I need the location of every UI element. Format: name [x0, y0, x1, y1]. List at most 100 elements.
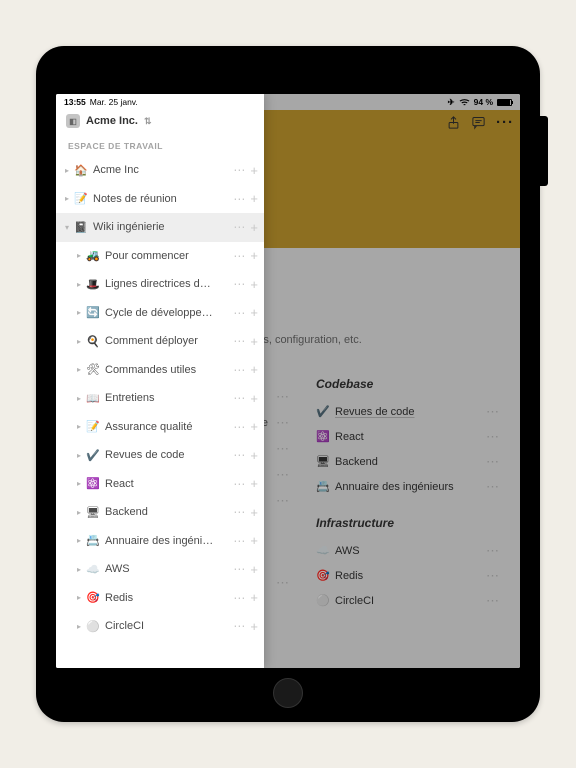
sidebar-item[interactable]: ▸☁️AWS⋯+ — [56, 555, 264, 584]
chevron-right-icon[interactable]: ▸ — [74, 593, 84, 602]
page-title: Pour commencer — [105, 250, 233, 262]
chevron-right-icon[interactable]: ▸ — [62, 166, 72, 175]
chevron-right-icon[interactable]: ▸ — [74, 394, 84, 403]
status-time: 13:55 — [64, 97, 86, 107]
add-page-icon[interactable]: + — [250, 619, 258, 634]
status-date: Mar. 25 janv. — [90, 97, 138, 107]
chevron-right-icon[interactable]: ▸ — [74, 622, 84, 631]
sidebar-item[interactable]: ▸🚜 Pour commencer⋯ + — [56, 242, 264, 271]
ellipsis-icon[interactable]: ⋯ — [233, 363, 245, 377]
ellipsis-icon[interactable]: ⋯ — [233, 505, 245, 519]
add-page-icon[interactable]: + — [250, 163, 258, 178]
sidebar-item[interactable]: ▸🎯 Redis⋯ + — [56, 584, 264, 613]
page-emoji-icon: 📓 — [73, 221, 89, 234]
workspace-name: Acme Inc. — [86, 115, 138, 127]
screen: ··· e : procédures, bonnes pratiques, co… — [56, 94, 520, 668]
chevron-right-icon[interactable]: ▸ — [62, 194, 72, 203]
chevron-right-icon[interactable]: ▸ — [74, 536, 84, 545]
chevron-right-icon[interactable]: ▸ — [74, 479, 84, 488]
home-button[interactable] — [273, 678, 303, 708]
tablet-frame: ··· e : procédures, bonnes pratiques, co… — [36, 46, 540, 722]
chevron-right-icon[interactable]: ▸ — [74, 251, 84, 260]
add-page-icon[interactable]: + — [250, 191, 258, 206]
sidebar-item[interactable]: ▸🖥 Backend⋯ + — [56, 498, 264, 527]
add-page-icon[interactable]: + — [250, 419, 258, 434]
page-emoji-icon: ⚛️ — [85, 477, 101, 490]
sidebar-item[interactable]: ▸✔️ Revues de code⋯ + — [56, 441, 264, 470]
page-tree: ▸🏠Acme Inc⋯+▸📝Notes de réunion⋯+▾📓Wiki i… — [56, 156, 264, 668]
sidebar-item[interactable]: ▸📝 Notes de réunion⋯ + — [56, 185, 264, 214]
ellipsis-icon[interactable]: ⋯ — [233, 619, 245, 633]
add-page-icon[interactable]: + — [250, 220, 258, 235]
page-emoji-icon: 📝 — [73, 192, 89, 205]
sidebar-item[interactable]: ▾📓Wiki ingénierie⋯+ — [56, 213, 264, 242]
chevron-right-icon[interactable]: ▸ — [74, 565, 84, 574]
ellipsis-icon[interactable]: ⋯ — [233, 562, 245, 576]
add-page-icon[interactable]: + — [250, 248, 258, 263]
add-page-icon[interactable]: + — [250, 448, 258, 463]
ellipsis-icon[interactable]: ⋯ — [233, 591, 245, 605]
ellipsis-icon[interactable]: ⋯ — [233, 334, 245, 348]
ellipsis-icon[interactable]: ⋯ — [233, 448, 245, 462]
chevron-right-icon[interactable]: ▸ — [74, 508, 84, 517]
add-page-icon[interactable]: + — [250, 533, 258, 548]
page-title: Assurance qualité — [105, 421, 233, 433]
add-page-icon[interactable]: + — [250, 334, 258, 349]
page-emoji-icon: 🎯 — [85, 591, 101, 604]
chevron-right-icon[interactable]: ▸ — [74, 337, 84, 346]
add-page-icon[interactable]: + — [250, 476, 258, 491]
chevron-updown-icon: ⇅ — [144, 116, 152, 127]
status-bar: 13:55 Mar. 25 janv. — [56, 94, 264, 110]
ellipsis-icon[interactable]: ⋯ — [233, 534, 245, 548]
status-bar-right: ✈ 94 % — [260, 94, 520, 110]
chevron-right-icon[interactable]: ▸ — [74, 451, 84, 460]
chevron-right-icon[interactable]: ▸ — [74, 280, 84, 289]
add-page-icon[interactable]: + — [250, 562, 258, 577]
add-page-icon[interactable]: + — [250, 305, 258, 320]
ellipsis-icon[interactable]: ⋯ — [233, 391, 245, 405]
page-emoji-icon: 📖 — [85, 392, 101, 405]
ellipsis-icon[interactable]: ⋯ — [233, 277, 245, 291]
page-emoji-icon: 🚜 — [85, 249, 101, 262]
sidebar-item[interactable]: ▸⚛️React⋯+ — [56, 470, 264, 499]
wifi-icon — [459, 98, 470, 106]
page-emoji-icon: 🎩 — [85, 278, 101, 291]
sidebar-item[interactable]: ▸📝 Assurance qualité⋯ + — [56, 413, 264, 442]
ellipsis-icon[interactable]: ⋯ — [233, 249, 245, 263]
chevron-right-icon[interactable]: ▸ — [74, 422, 84, 431]
page-title: CircleCI — [105, 620, 233, 632]
page-title: Notes de réunion — [93, 193, 233, 205]
page-emoji-icon: ☁️ — [85, 563, 101, 576]
page-emoji-icon: ✔️ — [85, 449, 101, 462]
page-title: Backend — [105, 506, 233, 518]
sidebar-item[interactable]: ▸🏠Acme Inc⋯+ — [56, 156, 264, 185]
chevron-right-icon[interactable]: ▸ — [74, 365, 84, 374]
page-title: Cycle de développe… — [105, 307, 233, 319]
airplane-icon: ✈ — [448, 97, 455, 108]
sidebar-item[interactable]: ▸📇Annuaire des ingéni…⋯+ — [56, 527, 264, 556]
page-title: Annuaire des ingéni… — [105, 535, 233, 547]
page-title: Redis — [105, 592, 233, 604]
add-page-icon[interactable]: + — [250, 277, 258, 292]
page-emoji-icon: 🖥 — [85, 506, 101, 519]
sidebar-item[interactable]: ▸🍳Comment déployer⋯+ — [56, 327, 264, 356]
ellipsis-icon[interactable]: ⋯ — [233, 420, 245, 434]
chevron-right-icon[interactable]: ▸ — [74, 308, 84, 317]
add-page-icon[interactable]: + — [250, 391, 258, 406]
sidebar-item[interactable]: ▸🎩Lignes directrices d…⋯+ — [56, 270, 264, 299]
ellipsis-icon[interactable]: ⋯ — [233, 163, 245, 177]
ellipsis-icon[interactable]: ⋯ — [233, 192, 245, 206]
sidebar-item[interactable]: ▸🔄Cycle de développe…⋯+ — [56, 299, 264, 328]
sidebar-item[interactable]: ▸📖Entretiens⋯+ — [56, 384, 264, 413]
ellipsis-icon[interactable]: ⋯ — [233, 477, 245, 491]
ellipsis-icon[interactable]: ⋯ — [233, 306, 245, 320]
sidebar-item[interactable]: ▸⚪CircleCI⋯+ — [56, 612, 264, 641]
page-title: Revues de code — [105, 449, 233, 461]
add-page-icon[interactable]: + — [250, 505, 258, 520]
chevron-down-icon[interactable]: ▾ — [62, 223, 72, 232]
ellipsis-icon[interactable]: ⋯ — [233, 220, 245, 234]
add-page-icon[interactable]: + — [250, 590, 258, 605]
sidebar-item[interactable]: ▸🛠Commandes utiles⋯+ — [56, 356, 264, 385]
add-page-icon[interactable]: + — [250, 362, 258, 377]
page-emoji-icon: 📝 — [85, 420, 101, 433]
